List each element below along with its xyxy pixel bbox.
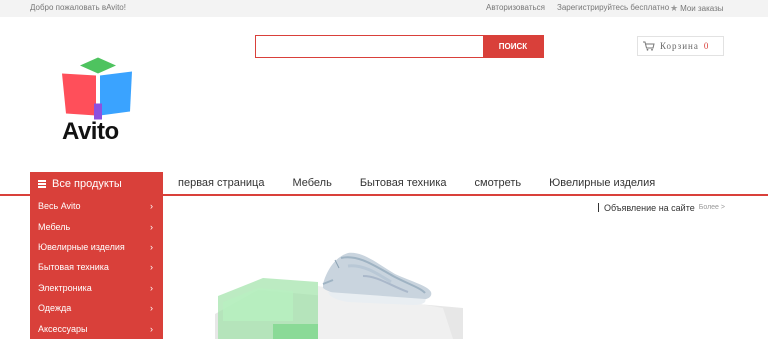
all-products-label: Все продукты [52, 178, 122, 190]
nav-jewelry[interactable]: Ювелирные изделия [549, 177, 655, 189]
login-link[interactable]: Авторизоваться [486, 3, 545, 12]
category-electronics[interactable]: Электроника › [30, 278, 163, 298]
category-menu: Весь Avito › Мебель › Ювелирные изделия › Б… [30, 196, 163, 339]
search-input[interactable] [256, 36, 483, 57]
category-label: Одежда [38, 303, 72, 314]
cart-label: Корзина [660, 41, 699, 51]
star-icon: ★ [670, 3, 679, 13]
category-label: Мебель [38, 221, 71, 232]
category-label: Весь Avito [38, 201, 81, 212]
all-products-button[interactable]: Все продукты [30, 172, 163, 196]
menu-icon [38, 179, 46, 190]
my-orders-label: Мои заказы [680, 4, 724, 13]
cart-count: 0 [703, 41, 710, 51]
main-nav: первая страница Мебель Бытовая техника с… [163, 172, 668, 194]
category-appliances[interactable]: Бытовая техника › [30, 257, 163, 277]
search-bar: ПОИСК [255, 35, 544, 58]
search-button[interactable]: ПОИСК [483, 36, 543, 57]
logo-text: Avito [62, 118, 119, 145]
cart-icon [643, 41, 655, 51]
category-clothing[interactable]: Одежда › [30, 298, 163, 318]
top-bar: Добро пожаловать вAvito! Авторизоваться … [0, 0, 768, 17]
welcome-text: Добро пожаловать вAvito! [30, 3, 126, 12]
ads-title: Объявление на сайте [604, 202, 695, 213]
promo-banner[interactable] [163, 196, 593, 339]
category-jewelry[interactable]: Ювелирные изделия › [30, 237, 163, 257]
nav-home[interactable]: первая страница [178, 177, 264, 189]
chevron-right-icon: › [150, 241, 153, 252]
my-orders-link[interactable]: ★ Мои заказы [670, 3, 724, 14]
category-label: Ювелирные изделия [38, 241, 125, 252]
ads-panel: Объявление на сайте Более > [593, 199, 730, 339]
category-label: Электроника [38, 282, 92, 293]
category-label: Аксессуары [38, 323, 88, 334]
ads-header: Объявление на сайте Более > [593, 199, 730, 216]
register-link[interactable]: Зарегистрируйтесь бесплатно [557, 3, 669, 12]
category-label: Бытовая техника [38, 262, 109, 273]
nav-appliances[interactable]: Бытовая техника [360, 177, 447, 189]
nav-watch[interactable]: смотреть [475, 177, 522, 189]
category-furniture[interactable]: Мебель › [30, 216, 163, 236]
ads-more-link[interactable]: Более > [699, 204, 725, 211]
chevron-right-icon: › [150, 282, 153, 293]
chevron-right-icon: › [150, 303, 153, 314]
cart-button[interactable]: Корзина 0 [637, 36, 724, 56]
chevron-right-icon: › [150, 262, 153, 273]
category-accessories[interactable]: Аксессуары › [30, 318, 163, 338]
chevron-right-icon: › [150, 201, 153, 212]
nav-furniture[interactable]: Мебель [292, 177, 331, 189]
chevron-right-icon: › [150, 323, 153, 334]
sneaker-image [215, 252, 463, 339]
chevron-right-icon: › [150, 221, 153, 232]
category-all[interactable]: Весь Avito › [30, 196, 163, 216]
ads-header-marker [598, 203, 599, 212]
